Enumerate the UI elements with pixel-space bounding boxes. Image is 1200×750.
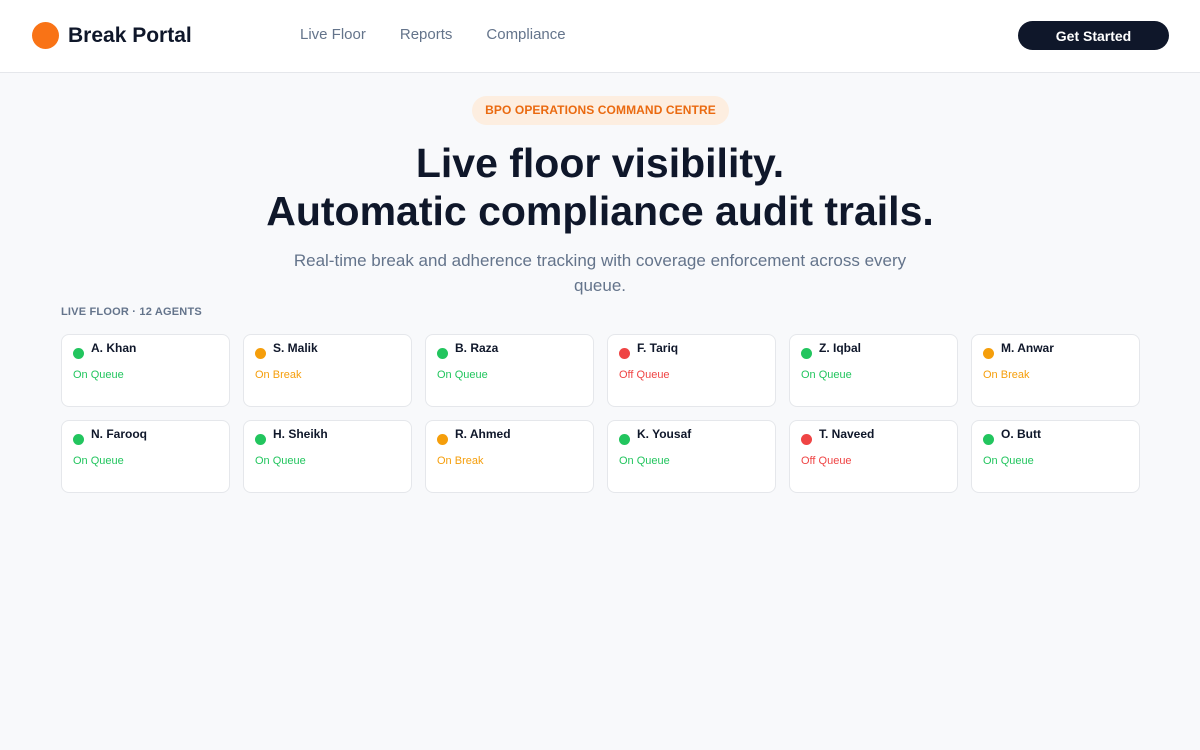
agent-card[interactable]: T. Naveed Off Queue xyxy=(789,420,958,493)
agent-status: On Queue xyxy=(801,369,852,381)
hero-subtitle: Real-time break and adherence tracking w… xyxy=(293,251,907,295)
status-dot-icon xyxy=(619,348,630,359)
brand-name: Break Portal xyxy=(68,24,192,47)
agent-card[interactable]: H. Sheikh On Queue xyxy=(243,420,412,493)
agent-name: K. Yousaf xyxy=(637,427,692,441)
agent-name: B. Raza xyxy=(455,341,499,355)
get-started-button[interactable]: Get Started xyxy=(1018,21,1169,50)
agent-card[interactable]: K. Yousaf On Queue xyxy=(607,420,776,493)
nav-reports[interactable]: Reports xyxy=(400,26,453,44)
agent-status: On Queue xyxy=(619,455,670,467)
hero-badge: BPO OPERATIONS COMMAND CENTRE xyxy=(472,96,729,125)
agent-name: H. Sheikh xyxy=(273,427,328,441)
agent-card[interactable]: O. Butt On Queue xyxy=(971,420,1140,493)
agent-card[interactable]: N. Farooq On Queue xyxy=(61,420,230,493)
agent-card[interactable]: F. Tariq Off Queue xyxy=(607,334,776,407)
agent-status: On Queue xyxy=(73,455,124,467)
agent-name: R. Ahmed xyxy=(455,427,511,441)
hero-title-line-2: Automatic compliance audit trails. xyxy=(266,188,934,234)
status-dot-icon xyxy=(255,434,266,445)
agent-status: On Queue xyxy=(73,369,124,381)
status-dot-icon xyxy=(437,434,448,445)
live-floor-label: LIVE FLOOR · 12 AGENTS xyxy=(61,306,202,318)
status-dot-icon xyxy=(73,348,84,359)
status-dot-icon xyxy=(73,434,84,445)
status-dot-icon xyxy=(801,434,812,445)
agent-status: On Break xyxy=(983,369,1030,381)
agent-card[interactable]: B. Raza On Queue xyxy=(425,334,594,407)
agent-card[interactable]: Z. Iqbal On Queue xyxy=(789,334,958,407)
top-header: Break Portal Live Floor Reports Complian… xyxy=(0,0,1200,73)
agent-name: T. Naveed xyxy=(819,427,875,441)
hero-title-line-1: Live floor visibility. xyxy=(415,140,785,186)
agent-status: On Queue xyxy=(255,455,306,467)
nav-live-floor[interactable]: Live Floor xyxy=(300,26,366,44)
agent-name: M. Anwar xyxy=(1001,341,1054,355)
agent-status: On Break xyxy=(255,369,302,381)
logo-icon xyxy=(32,22,59,49)
agent-status: On Queue xyxy=(983,455,1034,467)
agent-card[interactable]: A. Khan On Queue xyxy=(61,334,230,407)
agent-name: Z. Iqbal xyxy=(819,341,861,355)
nav-compliance[interactable]: Compliance xyxy=(486,26,565,44)
status-dot-icon xyxy=(255,348,266,359)
status-dot-icon xyxy=(801,348,812,359)
agent-name: S. Malik xyxy=(273,341,318,355)
agent-name: A. Khan xyxy=(91,341,137,355)
brand[interactable]: Break Portal xyxy=(32,22,192,49)
main-nav: Live Floor Reports Compliance xyxy=(300,26,600,44)
agent-status: Off Queue xyxy=(801,455,852,467)
status-dot-icon xyxy=(619,434,630,445)
agent-name: O. Butt xyxy=(1001,427,1041,441)
status-dot-icon xyxy=(983,434,994,445)
status-dot-icon xyxy=(983,348,994,359)
agent-card[interactable]: S. Malik On Break xyxy=(243,334,412,407)
agent-status: Off Queue xyxy=(619,369,670,381)
agent-name: F. Tariq xyxy=(637,341,679,355)
agent-name: N. Farooq xyxy=(91,427,147,441)
agent-status: On Queue xyxy=(437,369,488,381)
hero-title: Live floor visibility. Automatic complia… xyxy=(0,139,1200,235)
agent-card[interactable]: R. Ahmed On Break xyxy=(425,420,594,493)
status-dot-icon xyxy=(437,348,448,359)
agent-status: On Break xyxy=(437,455,484,467)
agent-card[interactable]: M. Anwar On Break xyxy=(971,334,1140,407)
